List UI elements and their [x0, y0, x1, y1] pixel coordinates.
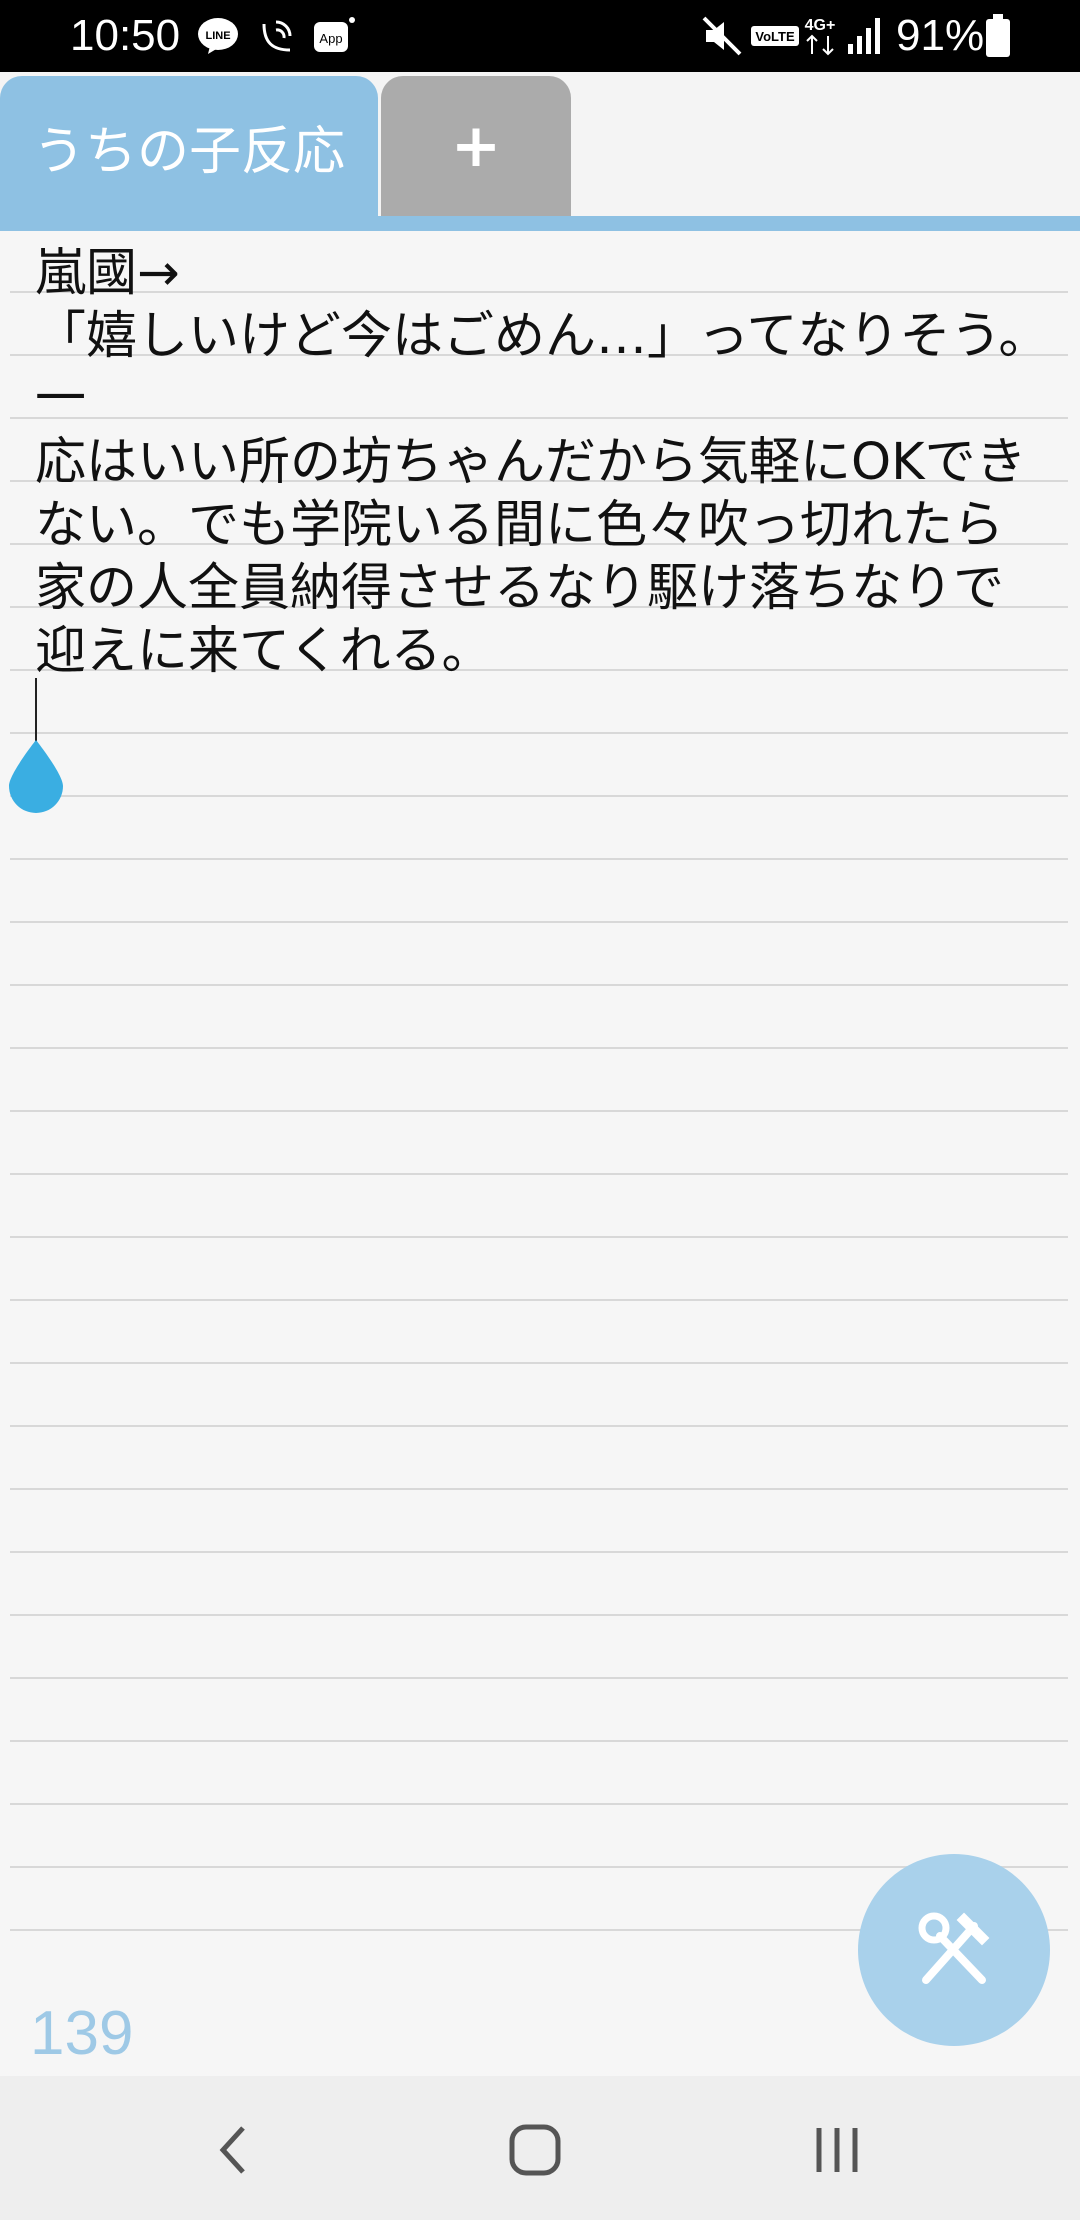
- status-time: 10:50: [70, 11, 181, 60]
- rule-line: [10, 1047, 1068, 1049]
- rule-line: [10, 795, 1068, 797]
- svg-text:4G+: 4G+: [805, 17, 836, 34]
- svg-text:VoLTE: VoLTE: [755, 29, 795, 44]
- home-button[interactable]: [490, 2112, 580, 2192]
- battery-icon: [984, 14, 1012, 62]
- rule-line: [10, 1110, 1068, 1112]
- volte-icon: VoLTE: [750, 14, 800, 62]
- rule-line: [10, 1173, 1068, 1175]
- 4g-data-icon: 4G+: [800, 14, 842, 62]
- rule-line: [10, 858, 1068, 860]
- rule-line: [10, 1425, 1068, 1427]
- rule-line: [10, 1677, 1068, 1679]
- note-text[interactable]: 嵐國→ 「嬉しいけど今はごめん…」ってなりそう。一 応はいい所の坊ちゃんだから気…: [35, 242, 1065, 683]
- app-icon: App: [312, 14, 358, 62]
- status-bar: 10:50 LINE App VoLTE 4G+ 91%: [0, 0, 1080, 72]
- rule-line: [10, 1614, 1068, 1616]
- battery-percent: 91%: [896, 11, 985, 60]
- rule-line: [10, 1362, 1068, 1364]
- rule-line: [10, 1488, 1068, 1490]
- tools-icon: [904, 1898, 1004, 2002]
- rule-line: [10, 1236, 1068, 1238]
- recents-button[interactable]: [792, 2112, 882, 2192]
- home-icon: [507, 2122, 563, 2182]
- wifi-call-icon: [256, 14, 300, 62]
- signal-icon: [846, 14, 886, 62]
- tools-button[interactable]: [858, 1854, 1050, 2046]
- back-button[interactable]: [188, 2112, 278, 2192]
- rule-line: [10, 1740, 1068, 1742]
- cursor-handle[interactable]: [5, 738, 67, 814]
- rule-line: [10, 921, 1068, 923]
- svg-text:App: App: [319, 31, 342, 46]
- add-tab-button[interactable]: +: [381, 76, 571, 216]
- back-icon: [213, 2122, 253, 2182]
- svg-text:LINE: LINE: [205, 30, 230, 42]
- tab-uchinoko[interactable]: うちの子反応: [0, 76, 378, 216]
- rule-line: [10, 1803, 1068, 1805]
- recents-icon: [809, 2122, 865, 2182]
- text-cursor: [35, 678, 37, 746]
- rule-line: [10, 732, 1068, 734]
- mute-icon: [700, 14, 744, 62]
- tab-underline: [0, 216, 1080, 231]
- rule-line: [10, 984, 1068, 986]
- rule-line: [10, 1299, 1068, 1301]
- char-count: 139: [30, 1999, 134, 2068]
- line-icon: LINE: [196, 14, 240, 62]
- rule-line: [10, 1551, 1068, 1553]
- nav-bar: [0, 2076, 1080, 2220]
